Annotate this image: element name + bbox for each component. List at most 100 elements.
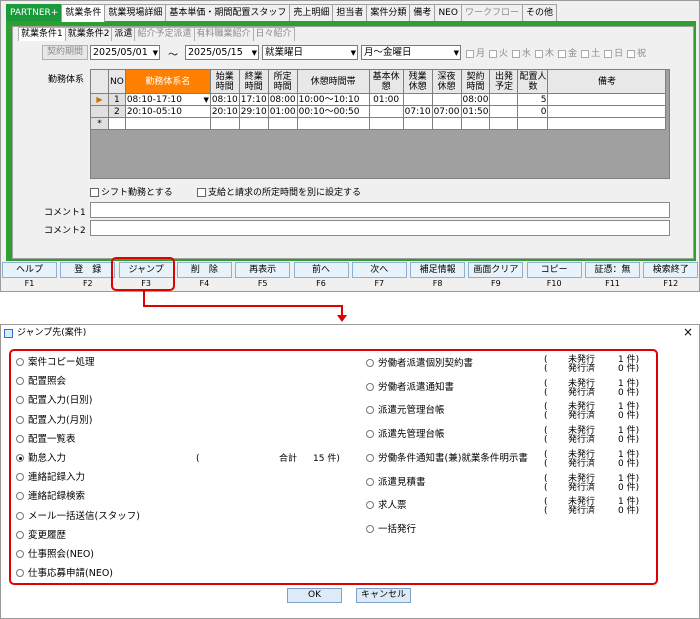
tab-5[interactable]: 担当者 bbox=[332, 4, 368, 21]
fkey-button-f1[interactable]: ヘルプ bbox=[2, 262, 57, 278]
subtab-1[interactable]: 就業条件2 bbox=[64, 27, 113, 41]
radio-button[interactable] bbox=[16, 434, 24, 443]
radio-button[interactable] bbox=[16, 473, 24, 482]
radio-button[interactable] bbox=[16, 511, 24, 520]
radio-button[interactable] bbox=[16, 492, 24, 501]
option-left-1[interactable]: 配置照会 bbox=[16, 376, 66, 388]
radio-button[interactable] bbox=[366, 359, 374, 367]
radio-button[interactable] bbox=[366, 406, 374, 415]
grid-cell[interactable] bbox=[431, 93, 462, 106]
comment2-input[interactable] bbox=[90, 220, 670, 236]
grid-cell[interactable] bbox=[547, 117, 667, 130]
radio-button[interactable] bbox=[366, 524, 374, 533]
shift-checkbox[interactable]: シフト勤務とする bbox=[90, 185, 173, 198]
option-left-2[interactable]: 配置入力(日別) bbox=[16, 395, 92, 407]
grid-cell[interactable] bbox=[238, 117, 269, 130]
option-right-3[interactable]: 派遣先管理台帳 bbox=[366, 429, 445, 441]
tab-6[interactable]: 案件分類 bbox=[366, 4, 411, 21]
grid-cell[interactable] bbox=[489, 105, 519, 118]
subtab-2[interactable]: 派遣 bbox=[111, 27, 136, 41]
grid-cell[interactable]: 5 bbox=[517, 93, 549, 106]
grid-cell[interactable]: 17:10 bbox=[238, 93, 269, 106]
day-checkbox-1[interactable]: 火 bbox=[489, 46, 508, 59]
radio-button[interactable] bbox=[16, 377, 24, 386]
option-left-7[interactable]: 連絡記録検索 bbox=[16, 491, 85, 503]
grid-cell[interactable] bbox=[209, 117, 240, 130]
grid-cell[interactable] bbox=[547, 105, 667, 118]
grid-cell[interactable] bbox=[489, 93, 519, 106]
table-row[interactable]: ▶ 1 08:10-17:10 ▼ 08:10 17:10 08:00 10:00～10:10… bbox=[90, 93, 667, 106]
radio-button[interactable] bbox=[16, 550, 24, 558]
fkey-button-f8[interactable]: 補足情報 bbox=[410, 262, 466, 278]
grid-cell[interactable]: 1 bbox=[108, 93, 126, 106]
option-left-9[interactable]: 変更履歴 bbox=[16, 530, 66, 542]
subtab-5[interactable]: 日々紹介 bbox=[252, 27, 295, 41]
grid-cell[interactable] bbox=[267, 117, 298, 130]
option-left-5[interactable]: 勤怠入力 bbox=[16, 453, 66, 465]
ok-button[interactable]: OK bbox=[287, 588, 342, 603]
grid-cell[interactable] bbox=[368, 105, 404, 118]
grid-cell[interactable]: 08:00 bbox=[460, 93, 491, 106]
separate-time-checkbox[interactable]: 支給と請求の所定時間を別に設定する bbox=[197, 185, 361, 198]
option-right-4[interactable]: 労働条件通知書(兼)就業条件明示書 bbox=[366, 453, 528, 465]
grid-cell[interactable]: 29:10 bbox=[238, 105, 269, 118]
fkey-button-f12[interactable]: 検索終了 bbox=[643, 262, 699, 278]
option-left-3[interactable]: 配置入力(月別) bbox=[16, 415, 92, 427]
fkey-button-f2[interactable]: 登 録 bbox=[60, 262, 116, 278]
radio-button[interactable] bbox=[366, 430, 374, 439]
grid-cell[interactable] bbox=[108, 117, 126, 130]
grid-cell[interactable]: 08:10 bbox=[209, 93, 240, 106]
day-checkbox-6[interactable]: 日 bbox=[604, 46, 623, 59]
subtab-3[interactable]: 紹介予定派遣 bbox=[134, 27, 195, 41]
grid-cell[interactable]: 01:00 bbox=[267, 105, 298, 118]
day-checkbox-3[interactable]: 木 bbox=[535, 46, 554, 59]
tab-7[interactable]: 備考 bbox=[409, 4, 436, 21]
tab-9[interactable]: ワークフロー bbox=[460, 4, 523, 21]
grid-cell[interactable]: 20:10 bbox=[209, 105, 240, 118]
option-right-7[interactable]: 一括発行 bbox=[366, 524, 416, 536]
workday-type-select[interactable]: 就業曜日 ▼ bbox=[262, 45, 358, 60]
grid-cell[interactable] bbox=[368, 117, 404, 130]
radio-button[interactable] bbox=[366, 477, 374, 486]
grid-cell[interactable] bbox=[431, 117, 462, 130]
fkey-button-f4[interactable]: 削 除 bbox=[176, 262, 232, 278]
day-checkbox-5[interactable]: 土 bbox=[581, 46, 600, 59]
option-left-4[interactable]: 配置一覧表 bbox=[16, 434, 76, 446]
grid-cell[interactable]: 08:10-17:10 ▼ bbox=[124, 93, 211, 106]
comment1-input[interactable] bbox=[90, 202, 670, 218]
grid-cell[interactable]: 01:00 bbox=[368, 93, 404, 106]
radio-button[interactable] bbox=[16, 454, 24, 462]
grid-cell[interactable] bbox=[517, 117, 549, 130]
date-from-select[interactable]: 2025/05/01 ▼ bbox=[90, 45, 160, 60]
option-right-0[interactable]: 労働者派遣個別契約書 bbox=[366, 358, 473, 370]
day-range-select[interactable]: 月～金曜日 ▼ bbox=[361, 45, 461, 60]
option-right-6[interactable]: 求人票 bbox=[366, 500, 407, 512]
grid-cell[interactable] bbox=[124, 117, 211, 130]
radio-button[interactable] bbox=[366, 382, 374, 391]
radio-button[interactable] bbox=[16, 358, 24, 366]
day-checkbox-7[interactable]: 祝 bbox=[627, 46, 646, 59]
row-selector[interactable] bbox=[90, 105, 109, 118]
tab-3[interactable]: 基本単価・期間配置スタッフ bbox=[165, 4, 291, 21]
cancel-button[interactable]: キャンセル bbox=[356, 588, 411, 603]
radio-button[interactable] bbox=[366, 453, 374, 462]
grid-cell[interactable]: 20:10-05:10 bbox=[124, 105, 211, 118]
radio-button[interactable] bbox=[16, 569, 24, 578]
grid-cell[interactable]: 0 bbox=[517, 105, 549, 118]
tab-8[interactable]: NEO bbox=[434, 4, 462, 21]
grid-cell[interactable] bbox=[460, 117, 491, 130]
option-left-11[interactable]: 仕事応募申請(NEO) bbox=[16, 568, 113, 580]
option-left-0[interactable]: 案件コピー処理 bbox=[16, 357, 95, 369]
row-pointer-icon[interactable]: ▶ bbox=[90, 93, 109, 106]
table-row[interactable]: 2 20:10-05:10 20:10 29:10 01:00 00:10～00:50 07… bbox=[90, 105, 667, 118]
grid-cell[interactable]: 07:00 bbox=[431, 105, 462, 118]
day-checkbox-0[interactable]: 月 bbox=[466, 46, 485, 59]
grid-cell[interactable] bbox=[547, 93, 667, 106]
grid-cell[interactable] bbox=[489, 117, 519, 130]
fkey-button-f6[interactable]: 前へ bbox=[293, 262, 349, 278]
radio-button[interactable] bbox=[16, 530, 24, 539]
grid-cell[interactable]: 00:10～00:50 bbox=[296, 105, 370, 118]
fkey-button-f11[interactable]: 証憑：無 bbox=[585, 262, 640, 278]
day-checkbox-2[interactable]: 水 bbox=[512, 46, 531, 59]
grid-cell[interactable] bbox=[296, 117, 370, 130]
